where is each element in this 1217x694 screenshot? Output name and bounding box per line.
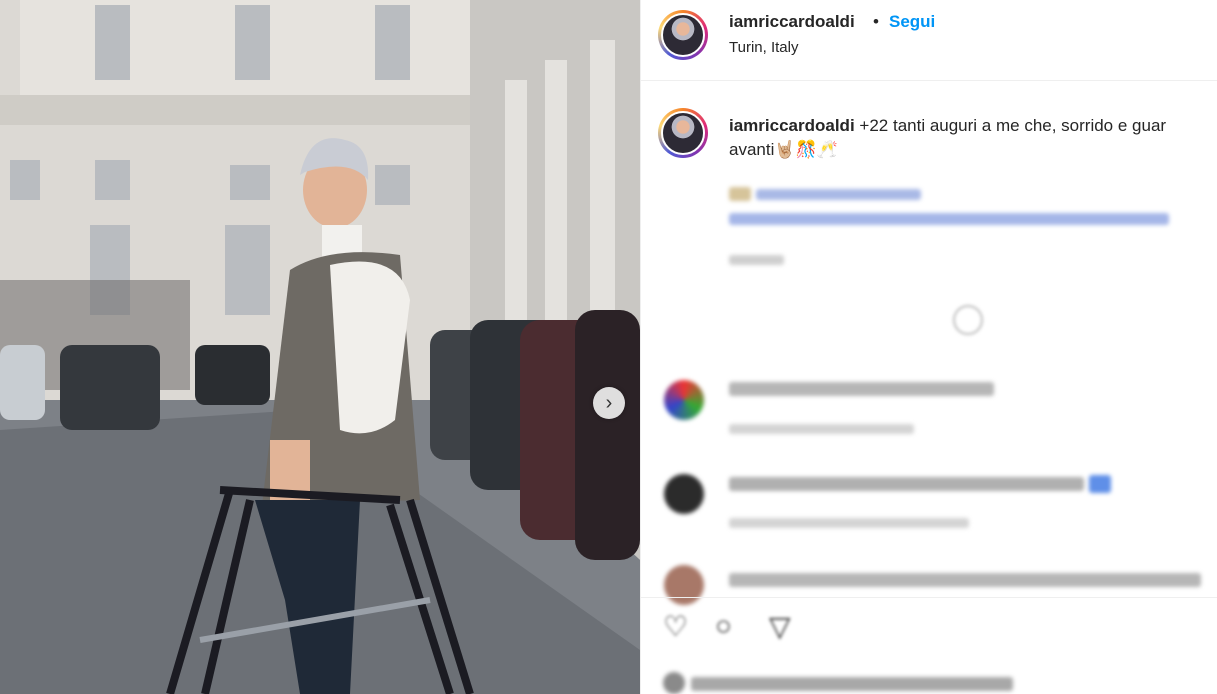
comment-avatar[interactable] [664,565,704,605]
actions-divider [641,597,1217,598]
caption-text-line1: +22 tanti auguri a me che, sorrido e gua… [859,116,1167,135]
comment-meta [729,518,969,528]
separator-dot: • [873,12,879,31]
comment-text [729,573,1201,587]
caption-username[interactable]: iamriccardoaldi [729,116,855,135]
post-location[interactable]: Turin, Italy [729,39,798,56]
comment-icon[interactable]: ○ [715,610,732,642]
comment-avatar[interactable] [664,380,704,420]
heart-icon[interactable]: ♡ [663,610,688,643]
blurred-mention [756,189,921,200]
comment-text [729,477,1084,491]
comment-avatar[interactable] [664,474,704,514]
follow-button[interactable]: Segui [889,12,935,32]
post-side-panel: iamriccardoaldi • Segui Turin, Italy iam… [640,0,1217,694]
caption-text-line2: avanti🤘🏼🎊🥂 [729,140,838,159]
chevron-right-icon: › [605,391,613,414]
share-icon[interactable]: ▽ [769,610,791,643]
street-photo-illustration [0,0,640,694]
post-caption: iamriccardoaldi +22 tanti auguri a me ch… [729,114,1217,162]
likes-summary [691,677,1013,691]
blurred-hashtags [729,213,1169,225]
blurred-emoji [729,187,751,201]
comment-meta [729,424,914,434]
author-avatar[interactable] [658,10,708,60]
header-divider [641,80,1217,81]
likes-avatar [663,672,685,694]
author-username[interactable]: iamriccardoaldi [729,12,855,32]
comment-text [729,382,994,396]
load-more-icon[interactable] [953,305,983,335]
blurred-caption-time [729,255,784,265]
comment-emoji [1089,475,1111,493]
carousel-next-button[interactable]: › [593,387,625,419]
post-photo[interactable]: › [0,0,640,694]
caption-avatar[interactable] [658,108,708,158]
